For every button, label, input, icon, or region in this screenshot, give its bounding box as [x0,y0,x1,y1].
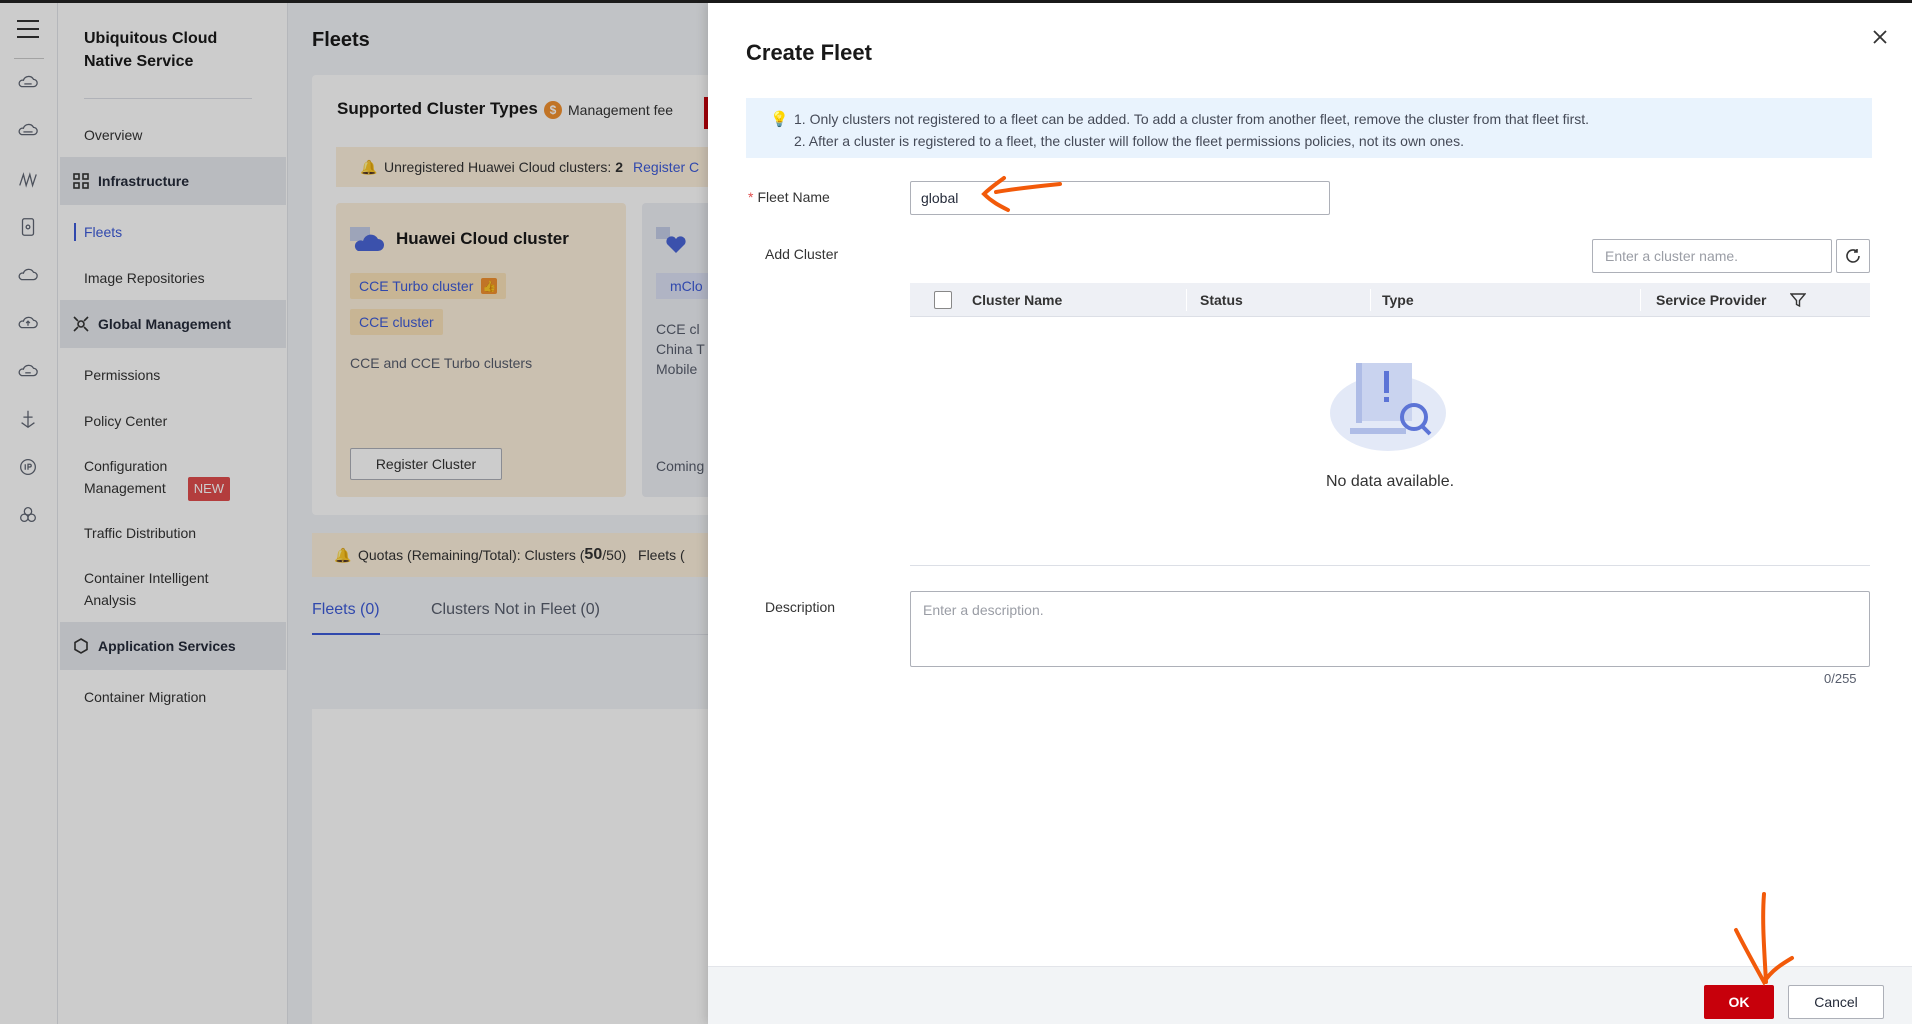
label-text: Fleet Name [757,189,830,205]
empty-data-icon [1330,363,1446,451]
no-data-message: No data available. [1325,473,1455,490]
cancel-button[interactable]: Cancel [1788,985,1884,1019]
info-line: 2. After a cluster is registered to a fl… [794,133,1464,149]
ok-button[interactable]: OK [1704,985,1774,1019]
required-marker: * [748,189,754,205]
drawer-title: Create Fleet [746,40,872,65]
column-cluster-name[interactable]: Cluster Name [972,292,1062,308]
character-counter: 0/255 [1824,671,1857,686]
column-divider [1186,289,1187,311]
column-type[interactable]: Type [1382,292,1414,308]
cluster-table-header: Cluster Name Status Type Service Provide… [910,283,1870,317]
fleet-name-input[interactable] [910,181,1330,215]
drawer-footer: OK Cancel [708,966,1912,1024]
column-divider [1640,289,1641,311]
add-cluster-label: Add Cluster [765,246,839,262]
filter-icon[interactable] [1789,292,1807,308]
column-divider [1370,289,1371,311]
table-bottom-divider [910,565,1870,566]
column-service-provider[interactable]: Service Provider [1656,292,1767,308]
column-status[interactable]: Status [1200,292,1243,308]
info-line: 1. Only clusters not registered to a fle… [794,111,1590,127]
description-label: Description [765,599,836,615]
info-notice: 💡 1. Only clusters not registered to a f… [746,98,1872,158]
close-icon[interactable] [1868,25,1892,49]
fleet-name-label: * Fleet Name [748,189,830,205]
cluster-search-input[interactable] [1592,239,1832,273]
lightbulb-icon: 💡 [770,111,789,128]
select-all-checkbox[interactable] [934,291,952,309]
create-fleet-drawer: Create Fleet 💡 1. Only clusters not regi… [708,3,1912,1024]
refresh-icon[interactable] [1836,239,1870,273]
description-textarea[interactable] [910,591,1870,667]
